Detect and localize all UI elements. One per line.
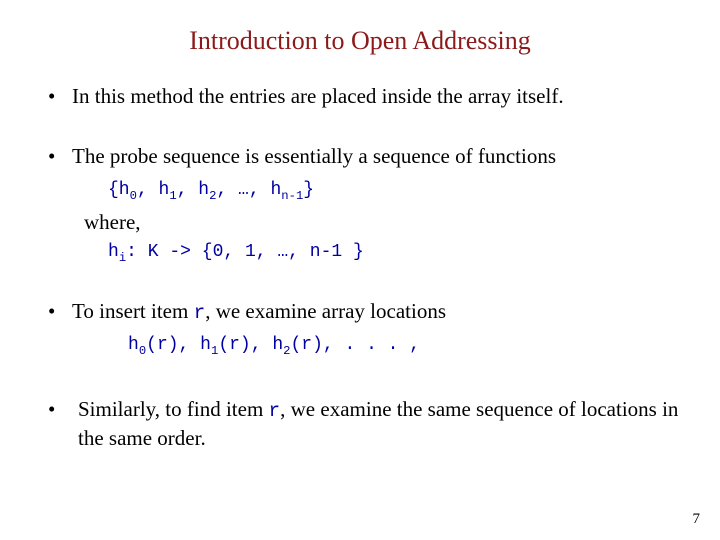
text-frag: To insert item [72,299,194,323]
code-probe-sequence: {h0, h1, h2, …, hn-1} [108,179,680,204]
inline-code-r: r [194,302,206,324]
code-domain: hi: K -> {0, 1, …, n-1 } [108,241,680,266]
code-frag: } [303,180,314,200]
code-frag: (r), . . . , [290,335,420,355]
code-sub: i [119,251,126,265]
code-frag: , h [137,180,169,200]
page-number: 7 [693,511,701,528]
text-frag: , we examine array locations [205,299,446,323]
bullet-4: • Similarly, to find item r, we examine … [48,395,680,452]
bullet-1-text: In this method the entries are placed in… [72,82,680,110]
slide: Introduction to Open Addressing • In thi… [0,0,720,540]
bullet-dot: • [48,297,72,325]
code-frag: , …, h [216,180,281,200]
code-frag: (r), h [218,335,283,355]
code-sub: 2 [209,189,216,203]
bullet-dot: • [48,82,72,110]
text-frag: Similarly, to find item [78,397,269,421]
bullet-4-text: Similarly, to find item r, we examine th… [72,395,680,452]
code-insert-sequence: h0(r), h1(r), h2(r), . . . , [128,334,680,359]
bullet-3: • To insert item r, we examine array loc… [48,297,680,326]
code-frag: {h [108,180,130,200]
code-sub: 0 [130,189,137,203]
code-sub: 0 [139,344,146,358]
code-frag: : K -> {0, 1, …, n-1 } [126,242,364,262]
code-sub: 1 [211,344,218,358]
code-frag: (r), h [146,335,211,355]
bullet-dot: • [48,142,72,170]
bullet-2: • The probe sequence is essentially a se… [48,142,680,170]
bullet-1: • In this method the entries are placed … [48,82,680,110]
bullet-2-text: The probe sequence is essentially a sequ… [72,142,680,170]
code-sub: 1 [169,189,176,203]
code-sub: n-1 [281,189,303,203]
bullet-dot: • [48,395,72,423]
slide-title: Introduction to Open Addressing [40,26,680,56]
code-frag: h [128,335,139,355]
where-text: where, [84,210,680,235]
code-sub: 2 [283,344,290,358]
inline-code-r: r [269,400,281,422]
code-frag: , h [177,180,209,200]
bullet-3-text: To insert item r, we examine array locat… [72,297,680,326]
code-frag: h [108,242,119,262]
